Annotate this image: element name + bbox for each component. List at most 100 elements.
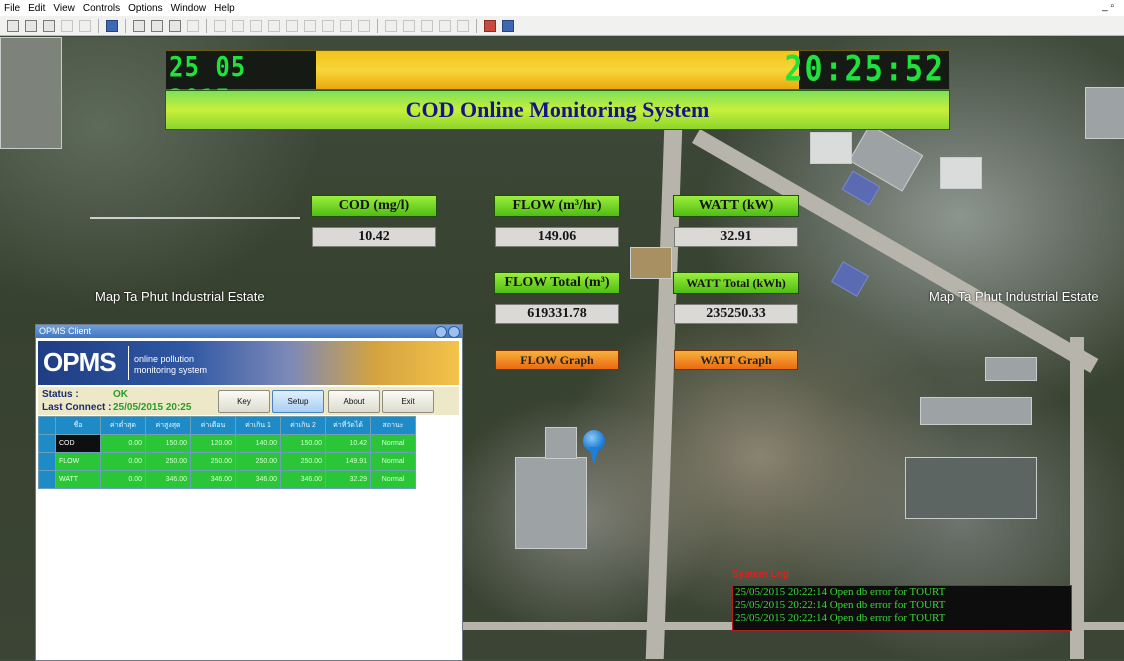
client-titlebar[interactable]: OPMS Client	[36, 325, 462, 338]
map-label-right: Map Ta Phut Industrial Estate	[929, 289, 1099, 304]
status-value: OK	[113, 389, 128, 400]
grid-header-row: ชื่อ ค่าต่ำสุด ค่าสูงสุด ค่าเตือน ค่าเกิ…	[38, 416, 416, 435]
date-display: 25 05 2015	[166, 51, 316, 115]
next-icon[interactable]	[322, 19, 334, 32]
first-icon[interactable]	[250, 19, 262, 32]
watt-total-label: WATT Total (kWh)	[673, 272, 799, 294]
menu-file[interactable]: File	[4, 3, 20, 14]
menu-view[interactable]: View	[53, 3, 75, 14]
row-measured: 10.42	[325, 434, 371, 453]
about-button[interactable]: About	[328, 390, 380, 413]
window-icon[interactable]	[106, 19, 118, 32]
menu-options[interactable]: Options	[128, 3, 162, 14]
row-max: 150.00	[145, 434, 191, 453]
exit-button-label: Exit	[401, 397, 415, 406]
home-icon[interactable]	[133, 19, 145, 32]
building	[545, 427, 577, 459]
tagline-line2: monitoring system	[134, 365, 208, 375]
key-button[interactable]: Key	[218, 390, 270, 413]
menu-controls[interactable]: Controls	[83, 3, 120, 14]
column-header[interactable]: ค่าเกิน 2	[280, 416, 326, 435]
chart-icon[interactable]	[484, 19, 496, 32]
page-icon[interactable]	[151, 19, 163, 32]
layout2-icon[interactable]	[232, 19, 244, 32]
cut-icon[interactable]	[79, 19, 91, 32]
prev-icon[interactable]	[268, 19, 280, 32]
column-header[interactable]: ชื่อ	[55, 416, 101, 435]
new-icon[interactable]	[7, 19, 19, 32]
window-controls[interactable]: _ ▫	[1102, 1, 1114, 12]
column-header[interactable]: สถานะ	[370, 416, 416, 435]
last-connect-label: Last Connect :	[42, 402, 112, 413]
row-status: Normal	[370, 470, 416, 489]
row-name: COD	[55, 434, 101, 453]
location-pin-tail	[589, 447, 599, 465]
column-header[interactable]: ค่าเตือน	[190, 416, 236, 435]
road	[1070, 337, 1084, 659]
building	[985, 357, 1037, 381]
layout-icon[interactable]	[214, 19, 226, 32]
column-header[interactable]: ค่าที่วัดได้	[325, 416, 371, 435]
row-over1: 346.00	[235, 470, 281, 489]
menu-help[interactable]: Help	[214, 3, 235, 14]
flow-total-value-text: 619331.78	[527, 306, 587, 321]
row-selector[interactable]	[38, 470, 56, 489]
zoom-icon[interactable]	[385, 19, 397, 32]
opms-client-window: OPMS Client OPMS online pollution monito…	[35, 324, 463, 661]
row-over2: 250.00	[280, 452, 326, 471]
watt-total-value-text: 235250.33	[706, 306, 766, 321]
toolbar-separator	[206, 18, 207, 33]
flow-label: FLOW (m³/hr)	[494, 195, 620, 217]
undo-icon[interactable]	[439, 19, 451, 32]
row-over2: 150.00	[280, 434, 326, 453]
forward-icon[interactable]	[187, 19, 199, 32]
toolbar-separator	[125, 18, 126, 33]
log-line: 25/05/2015 20:22:14 Open db error for TO…	[735, 599, 946, 611]
tool-icon[interactable]	[421, 19, 433, 32]
table-row[interactable]: WATT 0.00 346.00 346.00 346.00 346.00 32…	[38, 470, 416, 489]
menu-edit[interactable]: Edit	[28, 3, 45, 14]
open-icon[interactable]	[25, 19, 37, 32]
close-icon[interactable]	[448, 326, 460, 338]
step-back-icon[interactable]	[286, 19, 298, 32]
menu-window[interactable]: Window	[171, 3, 207, 14]
system-log-body[interactable]: 25/05/2015 20:22:14 Open db error for TO…	[732, 585, 1072, 631]
resize-icon[interactable]	[358, 19, 370, 32]
toolbar	[0, 16, 1124, 36]
toolbar-separator	[377, 18, 378, 33]
table-row[interactable]: COD 0.00 150.00 120.00 140.00 150.00 10.…	[38, 434, 416, 453]
pin-icon[interactable]	[403, 19, 415, 32]
last-icon[interactable]	[340, 19, 352, 32]
column-header[interactable]: ค่าสูงสุด	[145, 416, 191, 435]
grid-corner	[38, 416, 56, 435]
watt-graph-button[interactable]: WATT Graph	[674, 350, 798, 370]
exit-button[interactable]: Exit	[382, 390, 434, 413]
column-header[interactable]: ค่าต่ำสุด	[100, 416, 146, 435]
building	[0, 37, 62, 149]
flow-total-value: 619331.78	[495, 304, 619, 324]
opms-banner: OPMS online pollution monitoring system	[38, 341, 459, 385]
row-selector[interactable]	[38, 452, 56, 471]
status-label: Status :	[42, 389, 79, 400]
row-selector[interactable]	[38, 434, 56, 453]
back-icon[interactable]	[169, 19, 181, 32]
flow-total-label-text: FLOW Total (m³)	[504, 275, 610, 290]
setup-button-label: Setup	[287, 397, 309, 406]
setup-button[interactable]: Setup	[272, 390, 324, 413]
menu-bar: File Edit View Controls Options Window H…	[0, 0, 1124, 16]
about-button-label: About	[343, 397, 365, 406]
table-row[interactable]: FLOW 0.00 250.00 250.00 250.00 250.00 14…	[38, 452, 416, 471]
step-icon[interactable]	[304, 19, 316, 32]
header-clock-bar: 25 05 2015 20:25:52	[165, 49, 950, 115]
save-icon[interactable]	[43, 19, 55, 32]
page-title: COD Online Monitoring System	[405, 97, 710, 122]
minimize-icon[interactable]	[435, 326, 447, 338]
print-icon[interactable]	[61, 19, 73, 32]
column-header[interactable]: ค่าเกิน 1	[235, 416, 281, 435]
last-connect-value: 25/05/2015 20:25	[113, 402, 192, 413]
redo-icon[interactable]	[457, 19, 469, 32]
flow-graph-button[interactable]: FLOW Graph	[495, 350, 619, 370]
row-min: 0.00	[100, 470, 146, 489]
log-line: 25/05/2015 20:22:14 Open db error for TO…	[735, 586, 946, 598]
flag-icon[interactable]	[502, 19, 514, 32]
